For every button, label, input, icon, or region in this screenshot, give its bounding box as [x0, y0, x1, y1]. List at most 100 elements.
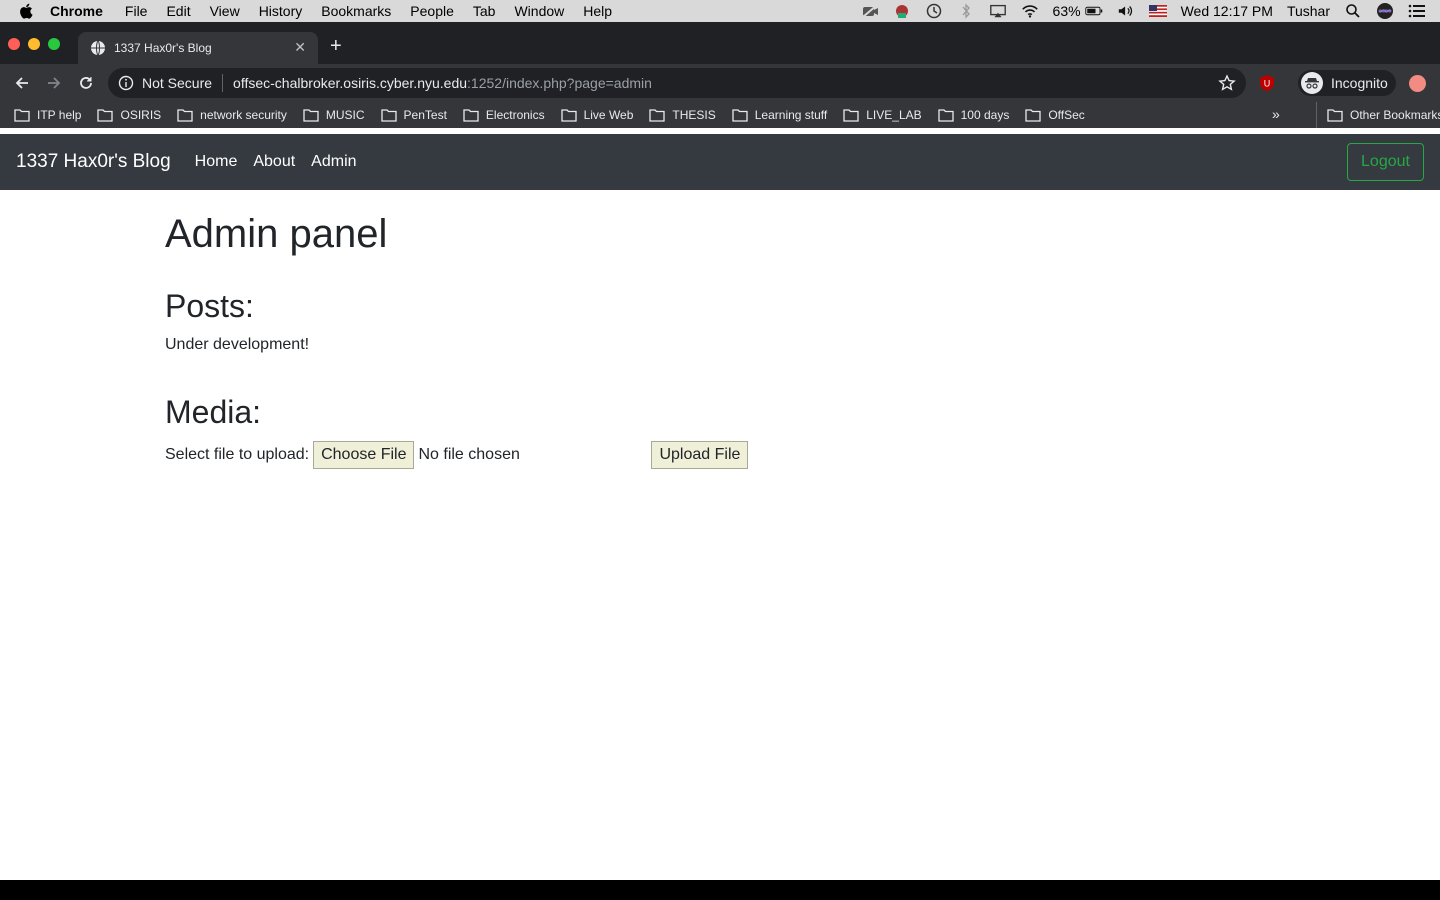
- folder-icon: [1025, 108, 1041, 122]
- upload-form: Select file to upload: Choose File No fi…: [165, 441, 749, 469]
- bookmark-folder[interactable]: 100 days: [937, 108, 1009, 122]
- browser-tab-active[interactable]: 1337 Hax0r's Blog ✕: [78, 32, 318, 64]
- volume-icon[interactable]: [1117, 3, 1135, 19]
- other-bookmarks-folder[interactable]: Other Bookmarks: [1316, 102, 1440, 128]
- bookmark-folder[interactable]: ITP help: [14, 108, 81, 122]
- close-window-button[interactable]: [8, 38, 20, 50]
- battery-icon[interactable]: [1084, 3, 1103, 19]
- menu-people[interactable]: People: [410, 3, 454, 19]
- globe-icon: [91, 40, 105, 56]
- ublock-extension-icon[interactable]: U: [1258, 74, 1276, 92]
- menu-tab[interactable]: Tab: [473, 3, 496, 19]
- menu-view[interactable]: View: [210, 3, 240, 19]
- bookmark-folder[interactable]: network security: [177, 108, 287, 122]
- menu-history[interactable]: History: [259, 3, 303, 19]
- security-status[interactable]: Not Secure: [142, 75, 212, 91]
- new-tab-icon[interactable]: +: [330, 36, 342, 56]
- minimize-window-button[interactable]: [28, 38, 40, 50]
- bookmark-folder[interactable]: Electronics: [463, 108, 545, 122]
- folder-icon: [14, 108, 30, 122]
- folder-icon: [177, 108, 193, 122]
- vpn-icon[interactable]: [893, 3, 911, 19]
- posts-heading: Posts:: [165, 288, 254, 324]
- bookmark-label: LIVE_LAB: [866, 108, 922, 122]
- info-icon[interactable]: [118, 75, 134, 91]
- upload-file-button[interactable]: Upload File: [651, 441, 749, 469]
- bluetooth-icon[interactable]: [957, 3, 975, 19]
- macos-menu-bar: Chrome File Edit View History Bookmarks …: [0, 0, 1440, 22]
- airplay-icon[interactable]: [989, 3, 1007, 19]
- site-navbar: 1337 Hax0r's Blog Home About Admin Logou…: [0, 134, 1440, 190]
- bookmark-folder[interactable]: PenTest: [380, 108, 447, 122]
- back-arrow-icon[interactable]: [6, 67, 38, 99]
- omnibox-divider: [222, 74, 224, 92]
- bookmarks-bar: ITP help OSIRIS network security MUSIC P…: [0, 102, 1440, 128]
- menu-file[interactable]: File: [125, 3, 148, 19]
- bookmark-folder[interactable]: OffSec: [1025, 108, 1085, 122]
- url-host: offsec-chalbroker.osiris.cyber.nyu.edu: [233, 75, 468, 91]
- svg-text:U: U: [1264, 79, 1271, 89]
- bookmarks-overflow-chevron[interactable]: »: [1272, 106, 1280, 122]
- reload-icon[interactable]: [70, 67, 102, 99]
- bookmark-folder[interactable]: Live Web: [560, 108, 634, 122]
- forward-arrow-icon[interactable]: [38, 67, 70, 99]
- folder-icon: [463, 108, 479, 122]
- screen-bottom-edge: [0, 880, 1440, 900]
- site-brand[interactable]: 1337 Hax0r's Blog: [16, 151, 171, 173]
- wifi-icon[interactable]: [1021, 3, 1039, 19]
- status-menus: 63% Wed 12:17 PM Tushar: [861, 0, 1440, 22]
- folder-icon: [380, 108, 397, 122]
- nav-link-about[interactable]: About: [253, 153, 295, 171]
- bookmark-folder[interactable]: Learning stuff: [732, 108, 828, 122]
- menubar-user[interactable]: Tushar: [1287, 3, 1330, 19]
- folder-icon: [843, 108, 859, 122]
- folder-icon: [649, 108, 666, 122]
- folder-icon: [303, 108, 319, 122]
- media-heading: Media:: [165, 394, 262, 430]
- tab-close-icon[interactable]: ✕: [294, 39, 306, 56]
- menubar-clock[interactable]: Wed 12:17 PM: [1181, 3, 1273, 19]
- bookmark-label: Learning stuff: [754, 108, 828, 122]
- spotlight-search-icon[interactable]: [1344, 3, 1362, 19]
- folder-icon: [97, 108, 114, 122]
- folder-icon: [732, 108, 748, 122]
- choose-file-button[interactable]: Choose File: [313, 441, 415, 469]
- apple-icon[interactable]: [18, 2, 36, 20]
- zoom-window-button[interactable]: [48, 38, 60, 50]
- posts-status-text: Under development!: [165, 336, 310, 353]
- siri-icon[interactable]: [1376, 3, 1394, 19]
- tab-strip: 1337 Hax0r's Blog ✕ +: [0, 22, 1440, 64]
- bookmark-label: Electronics: [485, 108, 545, 122]
- bookmark-folder[interactable]: THESIS: [649, 108, 716, 122]
- incognito-indicator[interactable]: Incognito: [1298, 70, 1396, 96]
- time-machine-icon[interactable]: [925, 3, 943, 19]
- menu-edit[interactable]: Edit: [166, 3, 190, 19]
- browser-toolbar: Not Secure offsec-chalbroker.osiris.cybe…: [0, 64, 1440, 102]
- us-flag-icon[interactable]: [1148, 3, 1167, 19]
- bookmark-label: OSIRIS: [120, 108, 162, 122]
- bookmark-label: MUSIC: [325, 108, 365, 122]
- nav-link-admin[interactable]: Admin: [311, 153, 356, 171]
- camera-off-icon[interactable]: [861, 3, 879, 19]
- folder-icon: [937, 108, 954, 122]
- battery-percent: 63%: [1052, 3, 1081, 19]
- logout-button[interactable]: Logout: [1347, 143, 1424, 181]
- menu-bookmarks[interactable]: Bookmarks: [321, 3, 391, 19]
- menu-window[interactable]: Window: [514, 3, 564, 19]
- bookmark-star-icon[interactable]: [1218, 74, 1236, 92]
- bookmark-folder[interactable]: MUSIC: [303, 108, 365, 122]
- url-path: :1252/index.php?page=admin: [467, 75, 652, 91]
- window-controls: [0, 38, 60, 50]
- tab-title: 1337 Hax0r's Blog: [114, 41, 212, 55]
- notification-center-icon[interactable]: [1408, 3, 1426, 19]
- address-bar[interactable]: Not Secure offsec-chalbroker.osiris.cybe…: [108, 68, 1246, 98]
- menu-app-chrome[interactable]: Chrome: [50, 3, 103, 19]
- bookmark-folder[interactable]: OSIRIS: [97, 108, 161, 122]
- menu-help[interactable]: Help: [583, 3, 612, 19]
- page-title: Admin panel: [165, 212, 388, 256]
- update-menu-icon[interactable]: [1409, 75, 1426, 92]
- bookmark-label: Live Web: [583, 108, 634, 122]
- nav-link-home[interactable]: Home: [195, 153, 238, 171]
- bookmark-folder[interactable]: LIVE_LAB: [843, 108, 922, 122]
- incognito-icon: [1301, 72, 1323, 94]
